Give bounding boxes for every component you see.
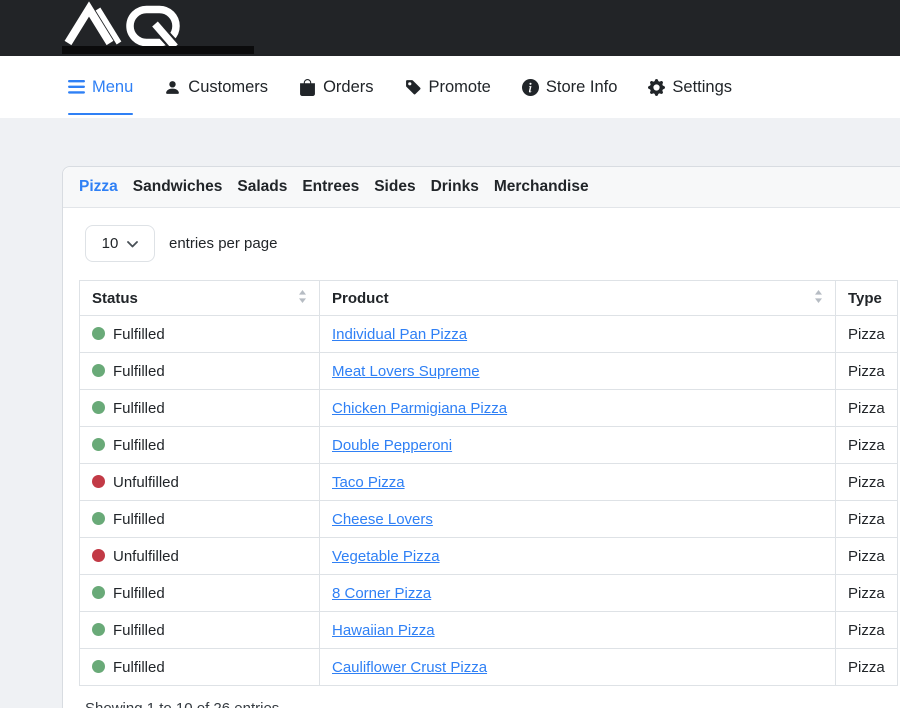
product-link[interactable]: 8 Corner Pizza (332, 585, 431, 602)
table-row: Fulfilled Hawaiian Pizza Pizza (80, 612, 898, 649)
tab-sandwiches[interactable]: Sandwiches (133, 178, 223, 196)
person-icon (164, 79, 181, 96)
nav-item-promote[interactable]: Promote (405, 56, 491, 118)
status-dot-icon (92, 660, 105, 673)
status-dot-icon (92, 512, 105, 525)
status-cell: Fulfilled (80, 353, 320, 390)
nav-item-store-info[interactable]: Store Info (522, 56, 618, 118)
logo[interactable] (64, 6, 189, 48)
product-link[interactable]: Cauliflower Crust Pizza (332, 659, 487, 676)
table-row: Unfulfilled Vegetable Pizza Pizza (80, 538, 898, 575)
type-cell: Pizza (836, 390, 898, 427)
nav-item-label: Customers (188, 78, 268, 97)
table-row: Unfulfilled Taco Pizza Pizza (80, 464, 898, 501)
entries-row: 10 entries per page (85, 225, 900, 262)
table-row: Fulfilled 8 Corner Pizza Pizza (80, 575, 898, 612)
status-dot-icon (92, 586, 105, 599)
table-row: Fulfilled Cauliflower Crust Pizza Pizza (80, 649, 898, 686)
table-header-row: Status Product (80, 281, 898, 316)
gear-icon (648, 79, 665, 96)
type-cell: Pizza (836, 353, 898, 390)
nav-item-label: Settings (672, 78, 732, 97)
info-icon (522, 79, 539, 96)
entries-per-page-select[interactable]: 10 (85, 225, 155, 262)
product-link[interactable]: Cheese Lovers (332, 511, 433, 528)
table-row: Fulfilled Cheese Lovers Pizza (80, 501, 898, 538)
status-dot-icon (92, 327, 105, 340)
status-dot-icon (92, 475, 105, 488)
type-cell: Pizza (836, 427, 898, 464)
bag-icon (299, 79, 316, 96)
menu-card: Pizza Sandwiches Salads Entrees Sides Dr… (62, 166, 900, 708)
status-cell: Fulfilled (80, 501, 320, 538)
type-cell: Pizza (836, 612, 898, 649)
status-dot-icon (92, 364, 105, 377)
status-cell: Unfulfilled (80, 538, 320, 575)
product-link[interactable]: Individual Pan Pizza (332, 326, 467, 343)
nav-item-customers[interactable]: Customers (164, 56, 268, 118)
status-cell: Fulfilled (80, 390, 320, 427)
entries-label: entries per page (169, 235, 277, 252)
chevron-down-icon (127, 235, 138, 252)
logo-icon (64, 6, 189, 48)
status-cell: Fulfilled (80, 316, 320, 353)
status-dot-icon (92, 549, 105, 562)
type-cell: Pizza (836, 501, 898, 538)
status-cell: Unfulfilled (80, 464, 320, 501)
nav-item-settings[interactable]: Settings (648, 56, 732, 118)
status-dot-icon (92, 401, 105, 414)
status-cell: Fulfilled (80, 612, 320, 649)
tab-drinks[interactable]: Drinks (431, 178, 479, 196)
column-header-status[interactable]: Status (80, 281, 320, 316)
tab-salads[interactable]: Salads (237, 178, 287, 196)
tab-sides[interactable]: Sides (374, 178, 415, 196)
top-header (0, 0, 900, 56)
entries-selected-value: 10 (102, 235, 119, 252)
sort-icon[interactable] (298, 289, 307, 308)
status-dot-icon (92, 623, 105, 636)
tab-pizza[interactable]: Pizza (79, 178, 118, 196)
type-cell: Pizza (836, 316, 898, 353)
status-cell: Fulfilled (80, 575, 320, 612)
type-cell: Pizza (836, 649, 898, 686)
type-cell: Pizza (836, 575, 898, 612)
product-link[interactable]: Meat Lovers Supreme (332, 363, 480, 380)
status-cell: Fulfilled (80, 427, 320, 464)
products-table: Status Product (79, 280, 898, 686)
nav-item-label: Promote (429, 78, 491, 97)
card-body: 10 entries per page Status (63, 208, 900, 708)
nav-item-label: Store Info (546, 78, 618, 97)
nav-item-orders[interactable]: Orders (299, 56, 373, 118)
hamburger-icon (68, 80, 85, 94)
nav-item-menu[interactable]: Menu (68, 56, 133, 118)
type-cell: Pizza (836, 538, 898, 575)
logo-underbar (62, 46, 254, 54)
sort-icon[interactable] (814, 289, 823, 308)
product-link[interactable]: Taco Pizza (332, 474, 405, 491)
category-tabs: Pizza Sandwiches Salads Entrees Sides Dr… (63, 167, 900, 208)
table-row: Fulfilled Individual Pan Pizza Pizza (80, 316, 898, 353)
table-row: Fulfilled Chicken Parmigiana Pizza Pizza (80, 390, 898, 427)
active-nav-underline (68, 113, 133, 115)
nav-item-label: Menu (92, 78, 133, 97)
column-header-product[interactable]: Product (320, 281, 836, 316)
status-dot-icon (92, 438, 105, 451)
product-link[interactable]: Hawaiian Pizza (332, 622, 435, 639)
table-summary: Showing 1 to 10 of 26 entries (85, 700, 900, 708)
table-row: Fulfilled Double Pepperoni Pizza (80, 427, 898, 464)
column-header-type[interactable]: Type (836, 281, 898, 316)
status-cell: Fulfilled (80, 649, 320, 686)
type-cell: Pizza (836, 464, 898, 501)
tab-entrees[interactable]: Entrees (302, 178, 359, 196)
product-link[interactable]: Chicken Parmigiana Pizza (332, 400, 507, 417)
primary-nav: Menu Customers Orders Promote Store Info… (0, 56, 900, 118)
table-row: Fulfilled Meat Lovers Supreme Pizza (80, 353, 898, 390)
tag-icon (405, 79, 422, 96)
product-link[interactable]: Vegetable Pizza (332, 548, 440, 565)
product-link[interactable]: Double Pepperoni (332, 437, 452, 454)
tab-merchandise[interactable]: Merchandise (494, 178, 589, 196)
nav-item-label: Orders (323, 78, 373, 97)
